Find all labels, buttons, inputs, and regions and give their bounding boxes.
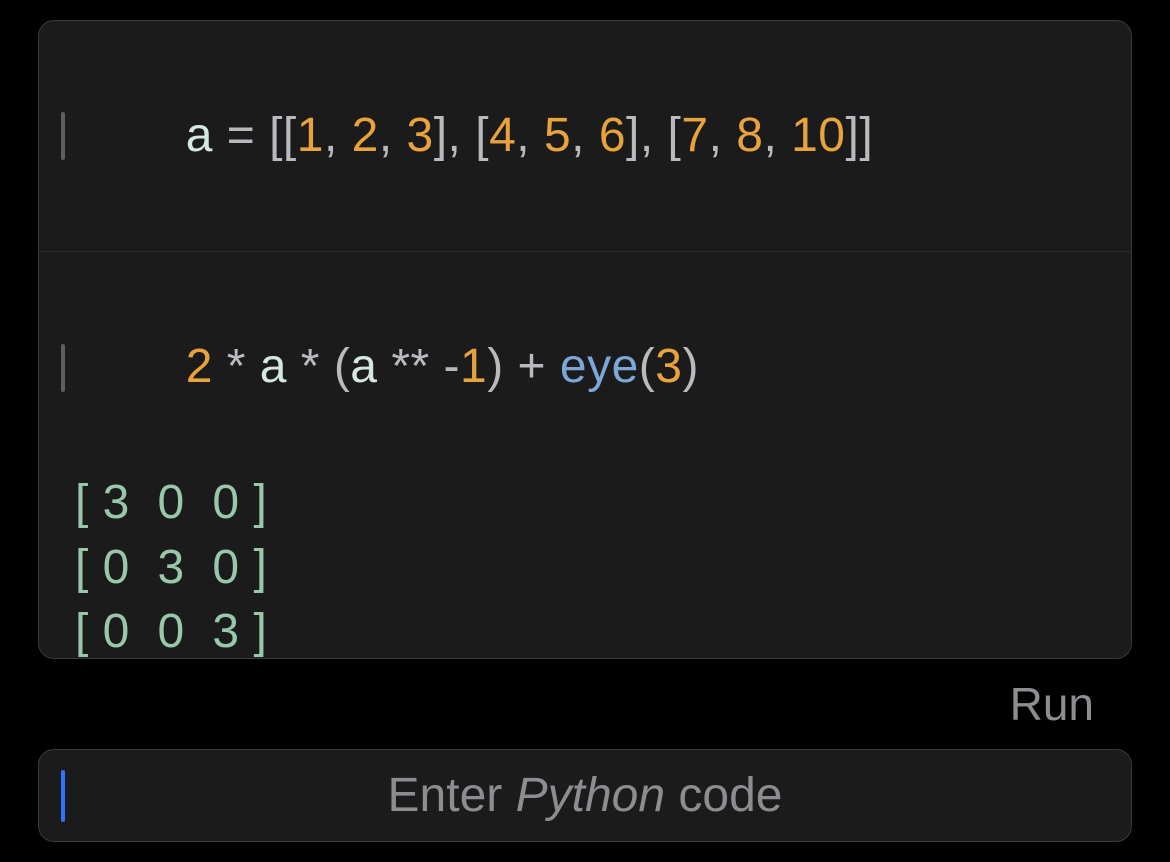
token-variable: a (186, 109, 213, 162)
code-line-2: 2 * a * (a ** -1) + eye(3) (61, 270, 1109, 464)
token-operator: * (287, 340, 334, 393)
token-bracket: ], [ (434, 109, 489, 162)
code-input[interactable]: Enter Python code (38, 749, 1132, 842)
placeholder-text-pre: Enter (388, 769, 516, 822)
token-number: 4 (489, 109, 516, 162)
token-comma: , (379, 109, 407, 162)
token-number: 8 (736, 109, 763, 162)
token-number: 3 (655, 340, 682, 393)
input-placeholder: Enter Python code (388, 768, 783, 823)
token-number: 10 (791, 109, 845, 162)
token-number: 2 (352, 109, 379, 162)
token-paren: ) + (487, 340, 560, 393)
code-line-1: a = [[1, 2, 3], [4, 5, 6], [7, 8, 10]] (61, 39, 1109, 233)
code-cell-1[interactable]: a = [[1, 2, 3], [4, 5, 6], [7, 8, 10]] (39, 21, 1131, 252)
token-operator: ** (378, 340, 444, 393)
token-number: 2 (186, 340, 213, 393)
cell-output: [ 3 0 0 ] [ 0 3 0 ] [ 0 0 3 ] (61, 471, 1109, 659)
placeholder-text-lang: Python (516, 769, 665, 822)
token-paren: ( (334, 340, 350, 393)
token-operator: = (213, 109, 269, 162)
code-cell-2[interactable]: 2 * a * (a ** -1) + eye(3) [ 3 0 0 ] [ 0… (39, 252, 1131, 659)
token-function: eye (560, 340, 639, 393)
token-number: 7 (681, 109, 708, 162)
token-number: 6 (599, 109, 626, 162)
run-button[interactable]: Run (1010, 677, 1094, 731)
token-paren: ) (682, 340, 698, 393)
token-paren: ( (639, 340, 655, 393)
token-number: 1 (460, 340, 487, 393)
token-variable: a (260, 340, 287, 393)
token-bracket: ], [ (626, 109, 681, 162)
token-comma: , (516, 109, 544, 162)
token-operator: - (444, 340, 460, 393)
token-number: 5 (544, 109, 571, 162)
token-number: 3 (407, 109, 434, 162)
text-cursor-icon (61, 770, 65, 822)
token-number: 1 (297, 109, 324, 162)
token-operator: * (213, 340, 260, 393)
token-comma: , (324, 109, 352, 162)
token-comma: , (763, 109, 791, 162)
cell-indicator-icon (61, 112, 65, 160)
token-bracket: [[ (269, 109, 297, 162)
token-comma: , (709, 109, 737, 162)
token-bracket: ]] (846, 109, 874, 162)
cell-indicator-icon (61, 344, 65, 392)
run-row: Run (38, 659, 1132, 739)
token-variable: a (350, 340, 377, 393)
token-comma: , (571, 109, 599, 162)
placeholder-text-post: code (665, 769, 782, 822)
code-output-container: a = [[1, 2, 3], [4, 5, 6], [7, 8, 10]] 2… (38, 20, 1132, 659)
